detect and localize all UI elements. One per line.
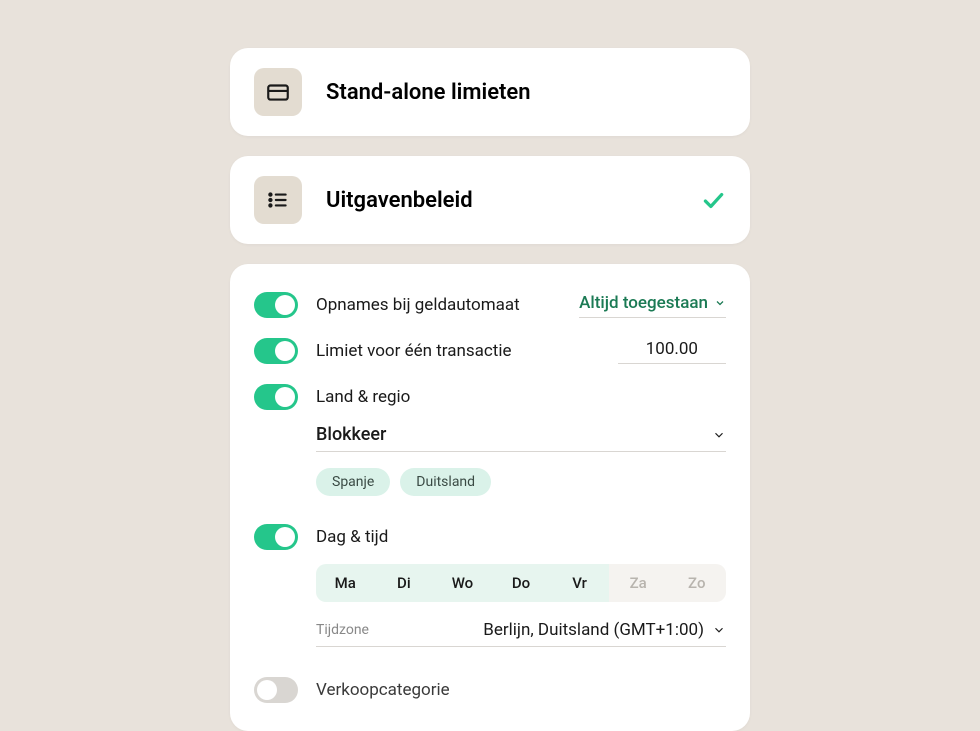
region-chips: Spanje Duitsland	[316, 468, 726, 496]
daytime-toggle[interactable]	[254, 524, 298, 550]
day-cell[interactable]: Ma	[316, 564, 375, 602]
list-icon	[254, 176, 302, 224]
spend-policy-title: Uitgavenbeleid	[326, 188, 676, 213]
card-icon	[254, 68, 302, 116]
region-chip[interactable]: Duitsland	[400, 468, 491, 496]
day-cell[interactable]: Za	[609, 564, 668, 602]
day-cell[interactable]: Wo	[433, 564, 492, 602]
day-cell[interactable]: Vr	[550, 564, 609, 602]
day-cell[interactable]: Di	[375, 564, 434, 602]
chevron-down-icon	[712, 428, 726, 442]
check-icon	[700, 187, 726, 213]
atm-label: Opnames bij geldautomaat	[316, 295, 561, 315]
day-cell[interactable]: Zo	[667, 564, 726, 602]
category-label: Verkoopcategorie	[316, 680, 726, 700]
daytime-label: Dag & tijd	[316, 527, 726, 547]
day-cell[interactable]: Do	[492, 564, 551, 602]
category-toggle[interactable]	[254, 677, 298, 703]
chevron-down-icon	[712, 623, 726, 637]
atm-value: Altijd toegestaan	[579, 293, 708, 313]
region-mode-value: Blokkeer	[316, 424, 386, 445]
region-toggle[interactable]	[254, 384, 298, 410]
single-tx-label: Limiet voor één transactie	[316, 341, 600, 361]
standalone-limits-title: Stand-alone limieten	[326, 80, 726, 105]
day-selector: MaDiWoDoVrZaZo	[316, 564, 726, 602]
spend-policy-card[interactable]: Uitgavenbeleid	[230, 156, 750, 244]
standalone-limits-card[interactable]: Stand-alone limieten	[230, 48, 750, 136]
atm-dropdown[interactable]: Altijd toegestaan	[579, 293, 726, 318]
timezone-label: Tijdzone	[316, 622, 369, 638]
atm-toggle[interactable]	[254, 292, 298, 318]
chevron-down-icon	[714, 297, 726, 309]
single-tx-value[interactable]: 100.00	[618, 339, 726, 364]
region-mode-select[interactable]: Blokkeer	[316, 424, 726, 452]
settings-card: Opnames bij geldautomaat Altijd toegesta…	[230, 264, 750, 731]
timezone-value: Berlijn, Duitsland (GMT+1:00)	[483, 620, 704, 640]
single-tx-toggle[interactable]	[254, 338, 298, 364]
region-chip[interactable]: Spanje	[316, 468, 390, 496]
timezone-select[interactable]: Berlijn, Duitsland (GMT+1:00)	[483, 620, 726, 640]
region-label: Land & regio	[316, 387, 726, 407]
